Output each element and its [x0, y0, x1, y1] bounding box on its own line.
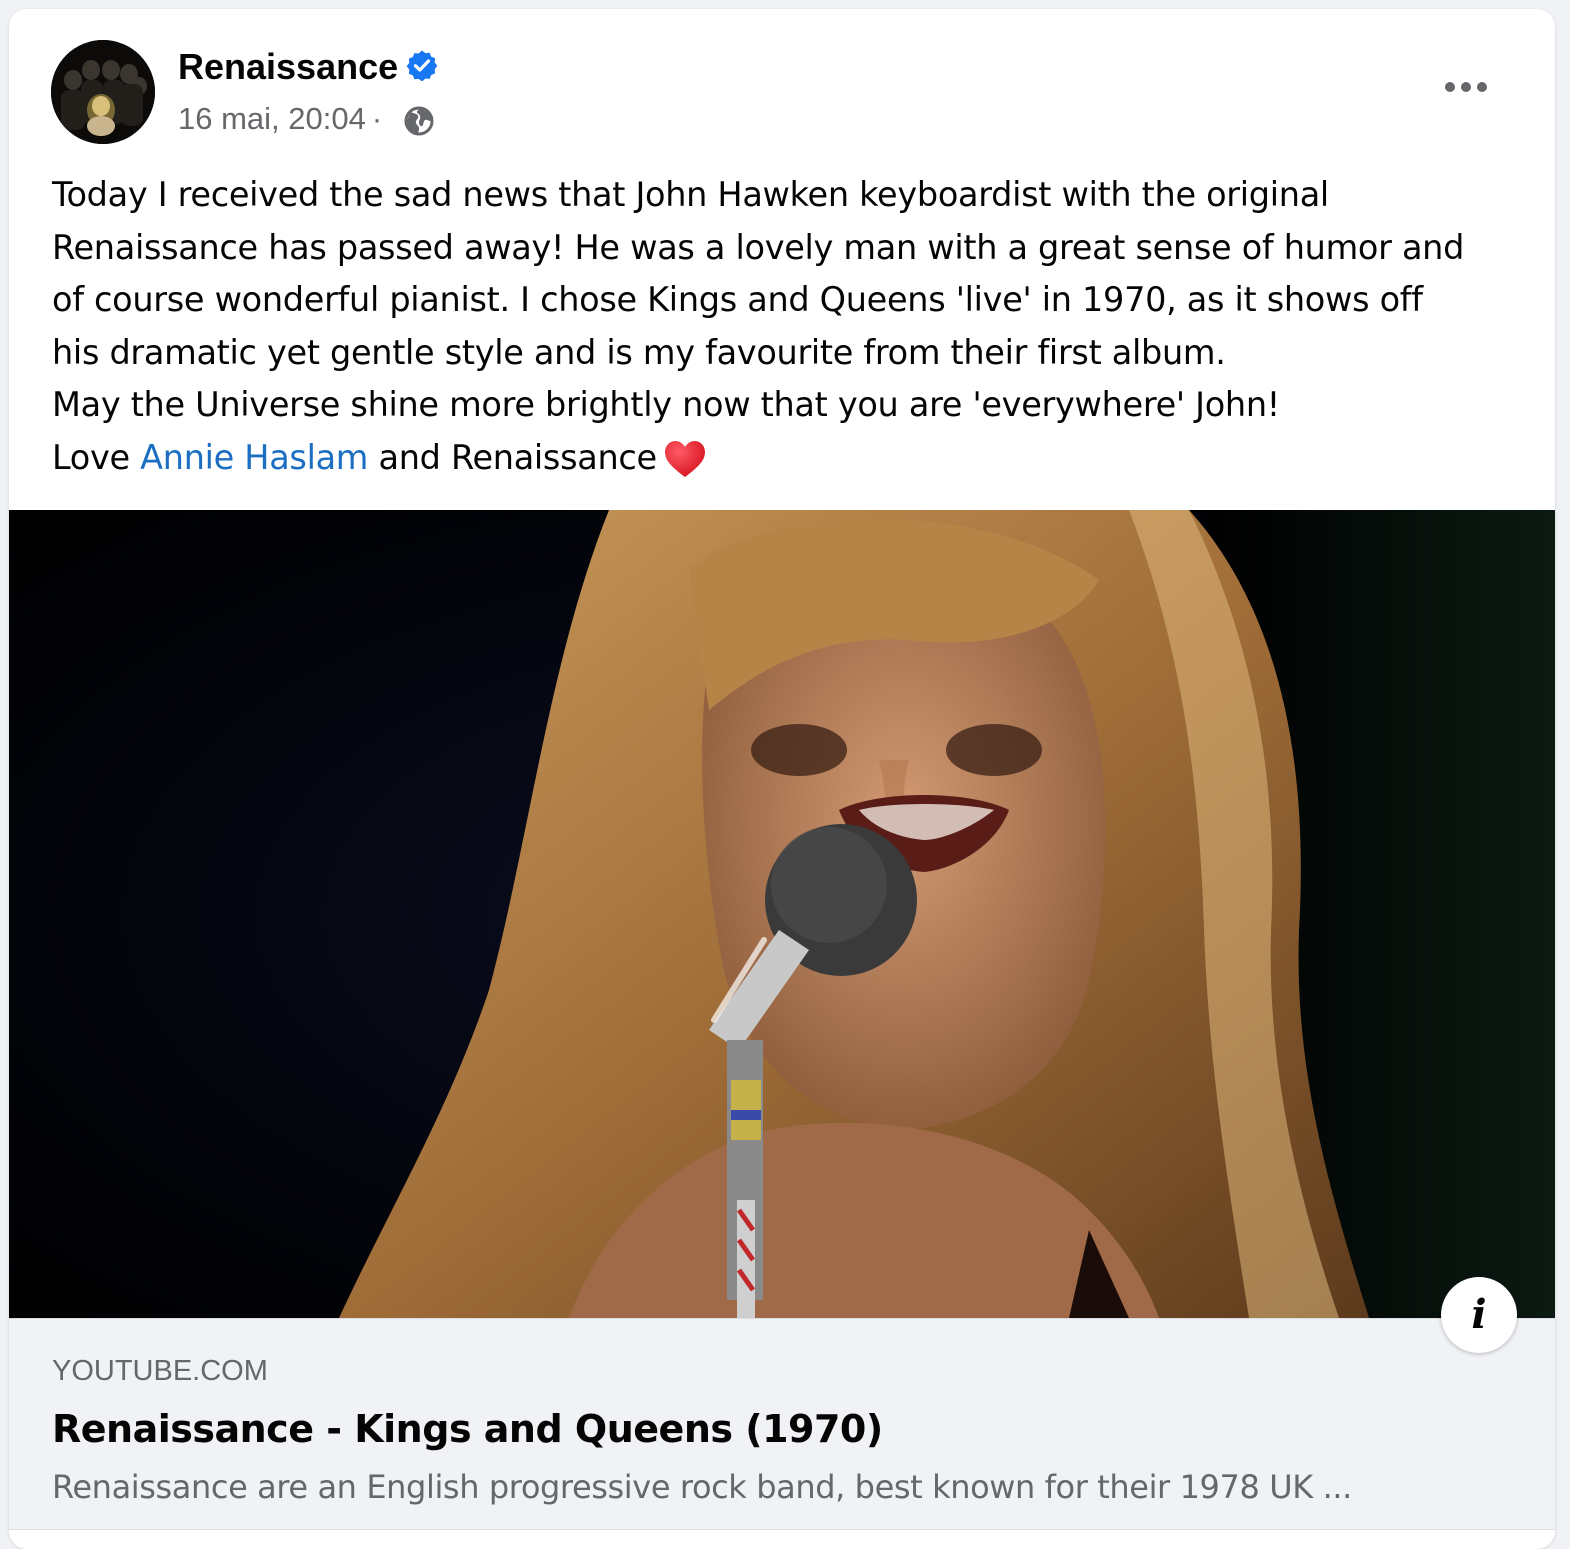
- message-line: his dramatic yet gentle style and is my …: [52, 332, 1226, 372]
- link-description: Renaissance are an English progressive r…: [52, 1468, 1352, 1506]
- video-thumbnail-image: [9, 510, 1555, 1318]
- post-timestamp[interactable]: 16 mai, 20:04: [178, 101, 366, 136]
- mention-link[interactable]: Annie Haslam: [140, 438, 368, 477]
- message-line: Renaissance has passed away! He was a lo…: [52, 227, 1465, 267]
- video-thumbnail[interactable]: [9, 510, 1555, 1318]
- link-title[interactable]: Renaissance - Kings and Queens (1970): [52, 1405, 883, 1453]
- message-line: of course wonderful pianist. I chose Kin…: [52, 280, 1423, 319]
- more-horizontal-icon: [1445, 82, 1487, 92]
- message-line-signature: Love Annie Haslam and Renaissance: [52, 432, 1532, 485]
- info-button[interactable]: i: [1441, 1277, 1517, 1353]
- verified-badge-icon: [406, 50, 438, 81]
- message-line: May the Universe shine more brightly now…: [52, 385, 1280, 424]
- link-preview[interactable]: YOUTUBE.COM Renaissance - Kings and Quee…: [9, 1318, 1555, 1530]
- post-options-button[interactable]: [1433, 65, 1499, 109]
- signature-prefix: Love: [52, 437, 141, 477]
- post-header: Renaissance 16 mai, 20:04 ·: [9, 9, 1555, 159]
- post-meta: 16 mai, 20:04 ·: [178, 99, 386, 139]
- signature-suffix: and Renaissance: [368, 437, 658, 477]
- link-domain: YOUTUBE.COM: [52, 1355, 268, 1387]
- message-line: Today I received the sad news that John …: [52, 175, 1329, 214]
- meta-separator: ·: [371, 101, 383, 136]
- avatar-image: [51, 40, 155, 144]
- info-icon: i: [1471, 1291, 1487, 1338]
- post-card: Renaissance 16 mai, 20:04 · Today I recei…: [9, 9, 1555, 1549]
- page-avatar[interactable]: [51, 40, 155, 144]
- heart-icon: [664, 440, 705, 477]
- post-message: Today I received the sad news that John …: [52, 169, 1532, 484]
- page-name[interactable]: Renaissance: [178, 45, 398, 89]
- globe-icon[interactable]: [403, 105, 435, 137]
